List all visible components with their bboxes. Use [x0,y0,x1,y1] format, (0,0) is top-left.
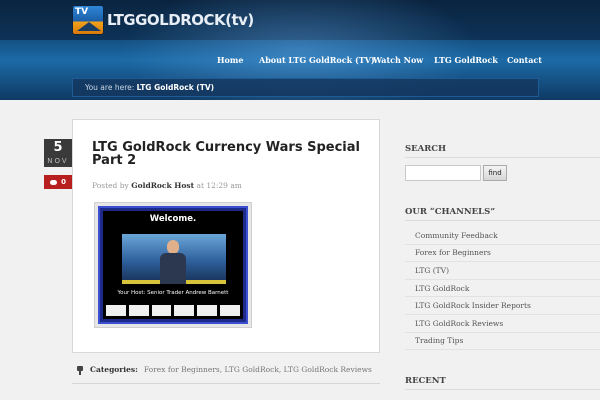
logo-badge-icon: TV [72,5,104,35]
nav-about[interactable]: About LTG GoldRock (TV) [259,55,375,65]
site-header: TV LTGGOLDROCK(tv) Home About LTG GoldRo… [0,0,600,100]
video-frame: Welcome. Your Host: Senior Trader Andrew… [98,206,248,324]
channel-item[interactable]: Community Feedback [405,227,600,245]
network-logo [128,305,149,316]
post-date: 5 NOV [44,139,72,167]
nav-contact[interactable]: Contact [507,55,542,65]
channel-item[interactable]: LTG GoldRock [405,280,600,298]
post-meta-prefix: Posted by [92,181,129,190]
channel-item[interactable]: Forex for Beginners [405,245,600,263]
video-caption: Your Host: Senior Trader Andrew Barnett [117,290,229,296]
post-card: LTG GoldRock Currency Wars Special Part … [72,119,380,353]
channel-item[interactable]: LTG GoldRock Reviews [405,315,600,333]
categories-list[interactable]: Forex for Beginners, LTG GoldRock, LTG G… [144,365,372,374]
sidebar-divider [405,389,600,390]
nav-ltg-goldrock[interactable]: LTG GoldRock [434,55,498,65]
logo-mountain-icon [77,22,101,31]
host-head [167,240,179,254]
main-nav: Home About LTG GoldRock (TV) Watch Now L… [0,55,600,69]
logo-badge-text: TV [75,7,89,17]
network-logo [220,305,240,316]
categories-label: Categories: [90,365,138,374]
channels-heading: OUR “CHANNELS” [405,207,496,217]
breadcrumb-current[interactable]: LTG GoldRock (TV) [137,83,214,92]
sidebar-divider [405,220,600,221]
post-date-day: 5 [53,140,63,155]
comment-count: 0 [61,178,66,186]
breadcrumb-prefix: You are here: [85,83,135,92]
post-title[interactable]: LTG GoldRock Currency Wars Special Part … [92,141,372,167]
search-input[interactable] [405,165,481,181]
site-logo[interactable]: TV LTGGOLDROCK(tv) [72,4,254,36]
host-body [160,253,186,284]
video-welcome-text: Welcome. [149,214,197,224]
pin-icon [76,365,84,375]
network-logo [151,305,172,316]
post-categories: Categories: Forex for Beginners, LTG Gol… [76,365,372,375]
logo-text: LTGGOLDROCK(tv) [107,11,254,29]
comment-bubble-icon [50,179,58,185]
network-logo [197,305,218,316]
post-divider [72,383,380,384]
nav-watch-now[interactable]: Watch Now [373,55,423,65]
search-heading: SEARCH [405,144,447,154]
channels-list: Community Feedback Forex for Beginners L… [405,227,600,351]
post-date-month: NOV [47,157,69,165]
post-author[interactable]: GoldRock Host [131,181,194,190]
recent-heading: RECENT [405,376,446,386]
network-logo [106,305,126,316]
comment-count-badge[interactable]: 0 [44,175,72,189]
video-network-logos [106,305,240,316]
channel-item[interactable]: LTG GoldRock Insider Reports [405,297,600,315]
network-logo [174,305,195,316]
post-meta: Posted by GoldRock Host at 12:29 am [92,181,242,190]
post-time: at 12:29 am [196,181,242,190]
video-thumbnail[interactable]: Welcome. Your Host: Senior Trader Andrew… [94,202,252,328]
sidebar-divider [405,157,600,158]
channel-item[interactable]: Trading Tips [405,333,600,351]
channel-item[interactable]: LTG (TV) [405,262,600,280]
video-host-image [158,240,188,284]
breadcrumb: You are here: LTG GoldRock (TV) [72,78,539,97]
nav-home[interactable]: Home [217,55,243,65]
find-button[interactable]: find [483,165,507,181]
